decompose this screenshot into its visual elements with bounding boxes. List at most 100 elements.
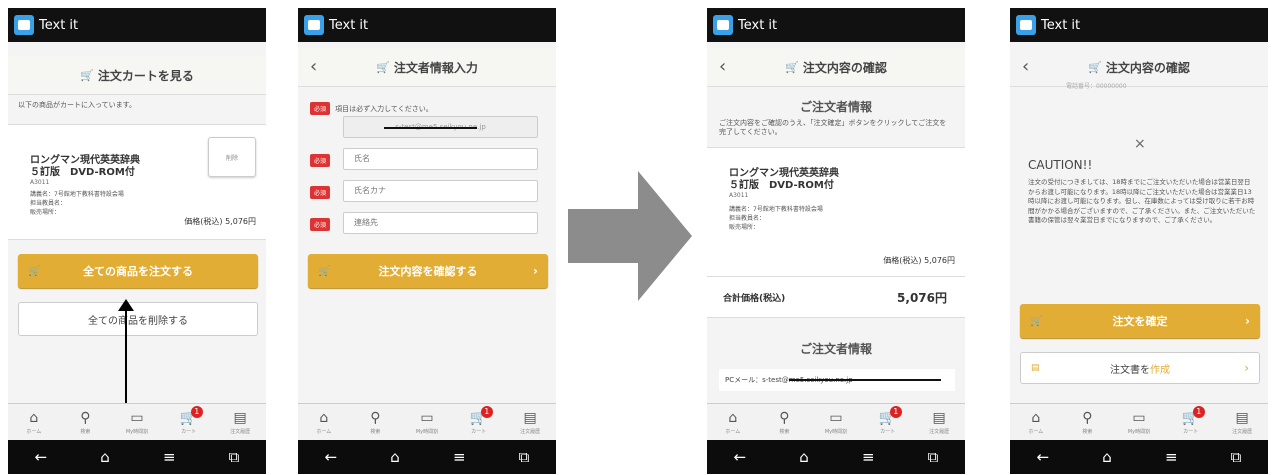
name-placeholder: 氏名 (354, 154, 370, 163)
tab-label: My時間割 (415, 428, 439, 435)
product-name-line2: ５訂版 DVD-ROM付 (729, 180, 834, 191)
name-kana-field[interactable]: 氏名カナ (343, 180, 538, 202)
tab-search[interactable]: ⚲ 検索 (759, 404, 811, 440)
product-name-line1: ロングマン現代英英辞典 (729, 168, 839, 179)
tab-history[interactable]: ▤ 注文履歴 (504, 404, 556, 440)
email-redaction (384, 127, 477, 129)
app-header: Text it (1010, 8, 1268, 42)
menu-icon[interactable]: ≡ (862, 448, 875, 466)
tab-home[interactable]: ⌂ ホーム (1010, 404, 1062, 440)
tab-label: 検索 (370, 428, 381, 435)
cart-icon: 🛒 (1088, 60, 1102, 74)
back-icon[interactable]: ← (1037, 448, 1050, 466)
confirm-order-button[interactable]: 🛒 注文を確定 › (1020, 304, 1260, 338)
create-order-form-button[interactable]: ▤ 注文書を 作成 › (1020, 352, 1260, 384)
email-field[interactable]: s-test@me5.seikyou.ne.jp (343, 116, 538, 138)
menu-icon[interactable]: ≡ (453, 448, 466, 466)
tab-cart[interactable]: 🛒 1 カート (1165, 404, 1217, 440)
home-icon[interactable]: ⌂ (1102, 448, 1112, 466)
recent-apps-icon[interactable]: ⧉ (229, 448, 240, 466)
product-name-line1: ロングマン現代英英辞典 (30, 155, 140, 166)
tab-search[interactable]: ⚲ 検索 (350, 404, 402, 440)
tab-label: カート (880, 428, 896, 435)
back-icon[interactable]: ← (734, 448, 747, 466)
tab-home[interactable]: ⌂ ホーム (298, 404, 350, 440)
tab-label: ホーム (316, 428, 332, 435)
tab-cart[interactable]: 🛒 1 カート (453, 404, 505, 440)
search-icon: ⚲ (370, 409, 381, 426)
history-icon: ▤ (932, 409, 946, 426)
product-price: 価格(税込) 5,076円 (883, 256, 955, 265)
nav-title-bar: ‹ 🛒 注文者情報入力 (298, 48, 556, 87)
tab-bar: ⌂ ホーム ⚲ 検索 ▭ My時間割 🛒 1 カート ▤ 注文履歴 (707, 403, 965, 440)
back-chevron-icon[interactable]: ‹ (719, 56, 726, 77)
delete-button[interactable]: 削除 (208, 137, 256, 177)
menu-icon[interactable]: ≡ (163, 448, 176, 466)
total-row: 合計価格(税込) 5,076円 (707, 277, 965, 318)
nav-title-bar: ‹ 🛒 注文内容の確認 (707, 48, 965, 87)
cart-icon: 🛒 (318, 265, 331, 277)
tab-bar: ⌂ ホーム ⚲ 検索 ▭ My時間割 🛒 1 カート ▤ 注文履歴 (298, 403, 556, 440)
home-icon: ⌂ (728, 409, 738, 426)
document-icon: ▤ (1031, 363, 1040, 373)
required-notice: 必須 項目は必ず入力してください。 (310, 96, 433, 115)
tab-timetable[interactable]: ▭ My時間割 (401, 404, 453, 440)
home-icon[interactable]: ⌂ (799, 448, 809, 466)
phone-screen-cart: Text it 🛒 注文カートを見る 以下の商品がカートに入っています。 削除 … (8, 8, 266, 474)
sales-place: 販売場所： (30, 209, 61, 216)
tab-search[interactable]: ⚲ 検索 (60, 404, 112, 440)
delete-all-button[interactable]: 全ての商品を削除する (18, 302, 258, 336)
required-badge: 必須 (310, 102, 331, 115)
tab-label: ホーム (725, 428, 741, 435)
pointer-arrowhead-icon (118, 299, 134, 311)
product-code: A3011 (30, 179, 50, 186)
tab-label: ホーム (1028, 428, 1044, 435)
section-title: ご注文者情報 (799, 100, 872, 114)
confirm-order-button[interactable]: 🛒 注文内容を確認する › (308, 254, 548, 288)
tab-home[interactable]: ⌂ ホーム (8, 404, 60, 440)
caution-text: 注文の受付につきましては、18時までにご注文いただいた場合は営業日翌日からお渡し… (1028, 178, 1256, 224)
app-logo-icon (1016, 15, 1036, 35)
delete-label: 削除 (225, 154, 238, 162)
app-logo-icon (14, 15, 34, 35)
page-title: 注文者情報入力 (393, 60, 478, 75)
required-badge: 必須 (310, 186, 331, 199)
cart-icon: 🛒 (1030, 315, 1043, 327)
back-icon[interactable]: ← (35, 448, 48, 466)
tab-label: ホーム (26, 428, 42, 435)
tab-history[interactable]: ▤ 注文履歴 (214, 404, 266, 440)
tab-home[interactable]: ⌂ ホーム (707, 404, 759, 440)
create-doc-label-b: 作成 (1150, 364, 1170, 376)
search-icon: ⚲ (80, 409, 91, 426)
tab-timetable[interactable]: ▭ My時間割 (810, 404, 862, 440)
chevron-right-icon: › (1245, 314, 1250, 328)
search-icon: ⚲ (779, 409, 790, 426)
required-badge: 必須 (310, 154, 331, 167)
tab-cart[interactable]: 🛒 1 カート (163, 404, 215, 440)
home-icon[interactable]: ⌂ (390, 448, 400, 466)
form-content: 必須 項目は必ず入力してください。 s-test@me5.seikyou.ne.… (298, 88, 556, 404)
close-icon[interactable]: × (1134, 136, 1146, 152)
order-all-button[interactable]: 🛒 全ての商品を注文する (18, 254, 258, 288)
tab-timetable[interactable]: ▭ My時間割 (1113, 404, 1165, 440)
tab-label: 注文履歴 (1232, 428, 1253, 435)
back-chevron-icon[interactable]: ‹ (310, 56, 317, 77)
tab-search[interactable]: ⚲ 検索 (1062, 404, 1114, 440)
contact-field[interactable]: 連絡先 (343, 212, 538, 234)
product-name-line2: ５訂版 DVD-ROM付 (30, 167, 135, 178)
recent-apps-icon[interactable]: ⧉ (1231, 448, 1242, 466)
tab-history[interactable]: ▤ 注文履歴 (1216, 404, 1268, 440)
menu-icon[interactable]: ≡ (1165, 448, 1178, 466)
back-icon[interactable]: ← (325, 448, 338, 466)
tab-timetable[interactable]: ▭ My時間割 (111, 404, 163, 440)
recent-apps-icon[interactable]: ⧉ (519, 448, 530, 466)
name-field[interactable]: 氏名 (343, 148, 538, 170)
app-name: Text it (738, 17, 778, 33)
back-chevron-icon[interactable]: ‹ (1022, 56, 1029, 77)
chevron-right-icon: › (533, 264, 538, 278)
tab-cart[interactable]: 🛒 1 カート (862, 404, 914, 440)
chevron-right-icon: › (1244, 361, 1249, 375)
recent-apps-icon[interactable]: ⧉ (928, 448, 939, 466)
home-icon[interactable]: ⌂ (100, 448, 110, 466)
tab-history[interactable]: ▤ 注文履歴 (913, 404, 965, 440)
